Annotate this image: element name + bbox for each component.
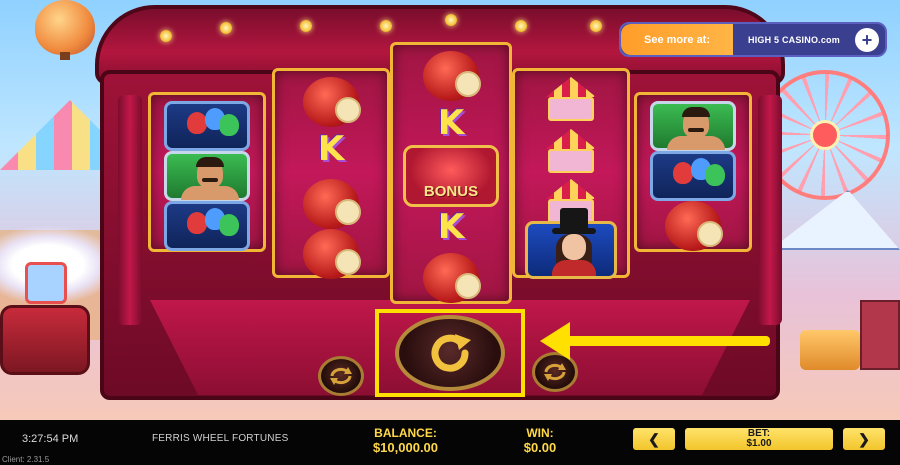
reel-4 (512, 68, 630, 279)
reel-3: K BONUS K (390, 42, 512, 304)
clock-time: 3:27:54 PM (22, 433, 79, 445)
candy-apple-symbol (303, 229, 361, 279)
marquee-bulb (220, 22, 232, 34)
bet-decrease-button[interactable]: ❮ (633, 428, 675, 450)
crate-decoration (860, 300, 900, 370)
bet-value: $1.00 (746, 438, 772, 449)
autoplay-icon (330, 367, 352, 385)
chevron-right-icon: ❯ (858, 430, 870, 447)
marquee-bulb (445, 14, 457, 26)
reel-1 (148, 92, 266, 252)
reel-2: K (272, 68, 390, 279)
balance-label: BALANCE: (374, 426, 437, 440)
chevron-left-icon: ❮ (648, 430, 660, 447)
plus-icon[interactable]: + (855, 27, 879, 52)
client-version: Client: 2.31.5 (2, 455, 50, 464)
pointer-arrow-shaft (560, 336, 770, 346)
strongman-symbol (164, 151, 250, 201)
win-value: $0.00 (523, 440, 557, 455)
candy-apple-symbol (423, 51, 481, 101)
marquee-bulb (160, 30, 172, 42)
letter-k-symbol: K (437, 207, 465, 247)
marquee-bulb (590, 20, 602, 32)
win-display: WIN: $0.00 (512, 426, 568, 455)
spin-button[interactable] (395, 315, 505, 391)
turbo-icon (544, 363, 566, 381)
reel-5 (634, 92, 752, 252)
marquee-bulb (300, 20, 312, 32)
marquee-bulb (380, 20, 392, 32)
magician-symbol (525, 208, 617, 279)
marquee-bulb (515, 20, 527, 32)
bet-display[interactable]: BET: $1.00 (685, 428, 833, 450)
balance-display: BALANCE: $10,000.00 (358, 426, 453, 455)
bonus-symbol: BONUS (403, 145, 499, 207)
candy-apple-symbol (423, 253, 481, 303)
carousel-symbol (538, 75, 604, 125)
drum-decoration (800, 330, 860, 370)
candy-apple-symbol (665, 201, 723, 251)
game-title: FERRIS WHEEL FORTUNES (152, 433, 289, 444)
refresh-icon (431, 334, 471, 372)
promo-brand-logo: HIGH 5 CASINO.com (748, 34, 840, 45)
autoplay-button[interactable] (318, 356, 364, 396)
side-panel-left (118, 95, 142, 325)
win-label: WIN: (526, 426, 554, 440)
bet-increase-button[interactable]: ❯ (843, 428, 885, 450)
promo-banner[interactable]: See more at: HIGH 5 CASINO.com + (619, 22, 887, 57)
hot-air-balloon-decoration (35, 0, 95, 55)
promo-see-more: See more at: (621, 24, 733, 55)
letter-k-symbol: K (437, 103, 465, 143)
barrel-decoration (0, 305, 90, 375)
balance-value: $10,000.00 (372, 440, 439, 455)
ferris-wheel-hub (810, 120, 840, 150)
bonus-label: BONUS (423, 183, 479, 200)
side-panel-right (758, 95, 782, 325)
balloons-symbol (164, 101, 250, 151)
toy-box-decoration (25, 262, 67, 304)
strongman-symbol (650, 101, 736, 151)
balloon-basket-decoration (60, 52, 70, 60)
candy-apple-symbol (303, 179, 361, 229)
balloons-symbol (650, 151, 736, 201)
candy-apple-symbol (303, 77, 361, 127)
letter-k-symbol: K (317, 129, 345, 169)
carousel-symbol (538, 127, 604, 177)
balloons-symbol (164, 201, 250, 251)
